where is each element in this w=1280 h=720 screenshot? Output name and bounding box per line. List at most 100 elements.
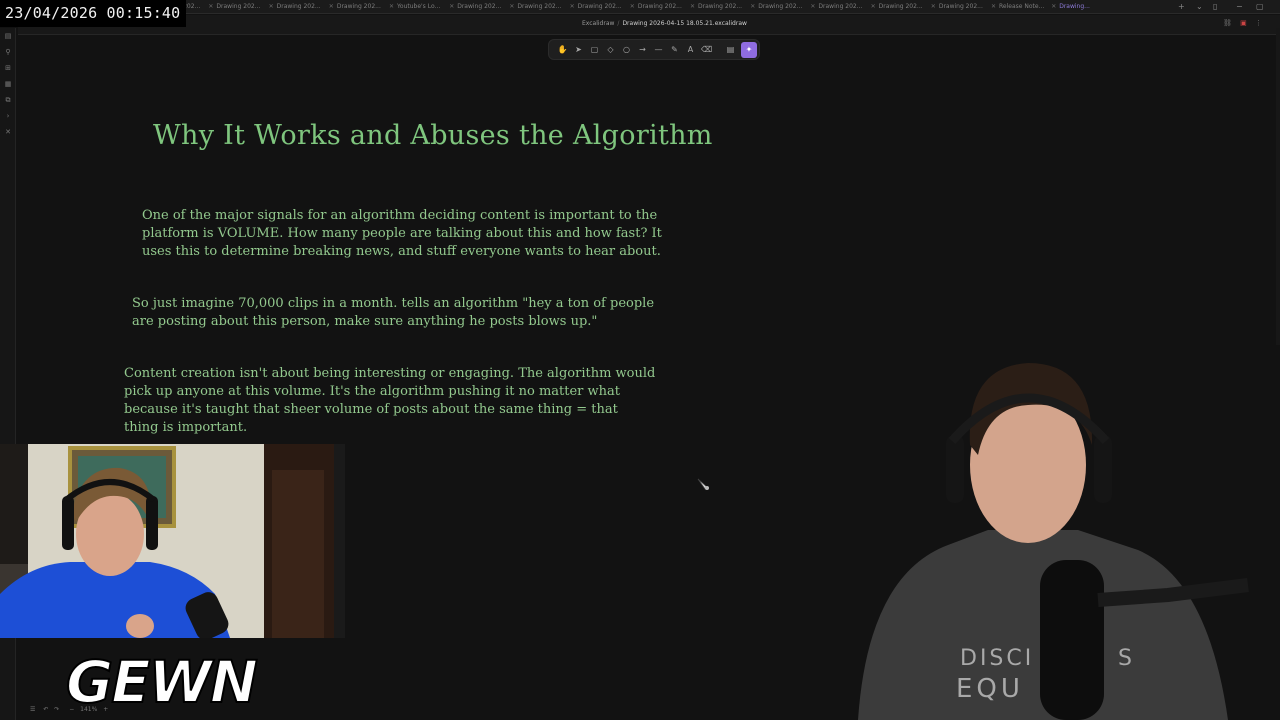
text-tool-icon[interactable]: A bbox=[685, 44, 696, 55]
library-tool-icon[interactable]: ▤ bbox=[725, 44, 736, 55]
tab-label: Drawing 202... bbox=[216, 3, 261, 10]
menu-icon[interactable]: ☰ bbox=[30, 706, 35, 713]
hand-tool-icon[interactable]: ✋ bbox=[557, 44, 568, 55]
paragraph-line: thing is important. bbox=[124, 420, 248, 435]
tab-item[interactable]: ✕Drawing 202... bbox=[570, 1, 626, 13]
tab-bar: ✕Drawing 202...✕Drawing 202...✕Drawing 2… bbox=[0, 0, 1280, 14]
tab-close-icon[interactable]: ✕ bbox=[871, 3, 876, 10]
tab-close-icon[interactable]: ✕ bbox=[931, 3, 936, 10]
undo-icon[interactable]: ↶ bbox=[43, 706, 48, 713]
breadcrumb: Excalidraw / Drawing 2026-04-15 18.05.21.e… bbox=[582, 20, 747, 27]
paragraph-line: are posting about this person, make sure… bbox=[132, 314, 598, 329]
paragraph-line: uses this to determine breaking news, an… bbox=[142, 244, 661, 259]
command-icon[interactable]: › bbox=[0, 108, 16, 124]
paragraph-line: pick up anyone at this volume. It's the … bbox=[124, 384, 620, 399]
maximize-icon[interactable]: ▢ bbox=[1256, 1, 1264, 13]
svg-text:S: S bbox=[1118, 646, 1132, 671]
tab-close-icon[interactable]: ✕ bbox=[690, 3, 695, 10]
canvas-icon[interactable]: ⊞ bbox=[0, 60, 16, 76]
tab-item[interactable]: ✕Drawing 202... bbox=[810, 1, 866, 13]
webcam-left bbox=[0, 444, 345, 638]
tab-label: Drawing 202... bbox=[938, 3, 983, 10]
selection-tool-icon[interactable]: ➤ bbox=[573, 44, 584, 55]
breadcrumb-folder[interactable]: Excalidraw bbox=[582, 20, 614, 27]
excalidraw-ribbon-icon[interactable]: ✕ bbox=[0, 124, 16, 140]
tab-label: Drawing 202... bbox=[818, 3, 863, 10]
tab-item[interactable]: ✕ Release Note... bbox=[991, 1, 1047, 13]
tab-close-icon[interactable]: ✕ bbox=[991, 3, 996, 10]
arrow-tool-icon[interactable]: → bbox=[637, 44, 648, 55]
tab-close-icon[interactable]: ✕ bbox=[810, 3, 815, 10]
breadcrumb-separator: / bbox=[617, 20, 620, 27]
excalidraw-icon[interactable]: ▣ bbox=[1240, 19, 1247, 27]
excalidraw-toolbar: ✋ ➤ ▢ ◇ ○ → — ✎ A ⌫ ▤ ✦ bbox=[548, 39, 760, 60]
new-tab-icon[interactable]: + bbox=[1178, 1, 1185, 13]
tab-item[interactable]: ✕Drawing 202... bbox=[931, 1, 987, 13]
tab-item[interactable]: ✕Drawing 202... bbox=[509, 1, 565, 13]
paragraph-volume-signal[interactable]: One of the major signals for an algorith… bbox=[142, 207, 662, 261]
laser-pointer-tool-icon[interactable]: ✦ bbox=[741, 42, 757, 58]
tab-label: Drawing... bbox=[1059, 3, 1090, 10]
tab-close-icon[interactable]: ✕ bbox=[389, 3, 394, 10]
tab-label: Drawing 202... bbox=[698, 3, 743, 10]
paragraph-line: One of the major signals for an algorith… bbox=[142, 208, 658, 223]
link-icon[interactable]: ⛓ bbox=[1223, 19, 1232, 27]
tab-label: Drawing 202... bbox=[577, 3, 622, 10]
tab-close-icon[interactable]: ✕ bbox=[570, 3, 575, 10]
tab-label: Release Note... bbox=[999, 3, 1045, 10]
svg-text:GEWN: GEWN bbox=[66, 648, 257, 716]
tab-item[interactable]: ✕Drawing 202... bbox=[208, 1, 264, 13]
paragraph-line: Content creation isn't about being inter… bbox=[124, 366, 656, 381]
minimize-icon[interactable]: − bbox=[1236, 1, 1243, 13]
tab-label: Drawing 202... bbox=[457, 3, 502, 10]
tab-close-icon[interactable]: ✕ bbox=[269, 3, 274, 10]
tab-close-icon[interactable]: ✕ bbox=[1051, 3, 1056, 10]
tab-item[interactable]: ✕Drawing 202... bbox=[690, 1, 746, 13]
ellipse-tool-icon[interactable]: ○ bbox=[621, 44, 632, 55]
canvas-heading[interactable]: Why It Works and Abuses the Algorithm bbox=[153, 120, 713, 151]
tab-item[interactable]: ✕Drawing 202... bbox=[630, 1, 686, 13]
tab-item[interactable]: ✕Drawing 202... bbox=[329, 1, 385, 13]
tab-label: Drawing 202... bbox=[758, 3, 803, 10]
gewn-logo: GEWN bbox=[65, 647, 260, 716]
tab-close-icon[interactable]: ✕ bbox=[208, 3, 213, 10]
more-options-icon[interactable]: ⋮ bbox=[1255, 19, 1262, 27]
templates-icon[interactable]: ⧉ bbox=[0, 92, 16, 108]
svg-text:EQU: EQU bbox=[956, 674, 1024, 704]
webcam-right-image: DISCI EQU S bbox=[838, 345, 1280, 720]
tab-close-icon[interactable]: ✕ bbox=[329, 3, 334, 10]
sidebar-toggle-icon[interactable]: ▯ bbox=[1213, 1, 1217, 13]
recording-timestamp: 23/04/2026 00:15:40 bbox=[0, 0, 186, 27]
line-tool-icon[interactable]: — bbox=[653, 44, 664, 55]
draw-tool-icon[interactable]: ✎ bbox=[669, 44, 680, 55]
paragraph-line: So just imagine 70,000 clips in a month.… bbox=[132, 296, 655, 311]
calendar-icon[interactable]: ▦ bbox=[0, 76, 16, 92]
tab-item[interactable]: ✕ Youtube's Lo... bbox=[389, 1, 445, 13]
tab-close-icon[interactable]: ✕ bbox=[750, 3, 755, 10]
tab-item[interactable]: ✕Drawing 202... bbox=[269, 1, 325, 13]
graph-icon[interactable]: ⚲ bbox=[0, 44, 16, 60]
tab-label: Drawing 202... bbox=[276, 3, 321, 10]
paragraph-content-creation[interactable]: Content creation isn't about being inter… bbox=[124, 365, 655, 437]
eraser-tool-icon[interactable]: ⌫ bbox=[701, 44, 712, 55]
tab-item[interactable]: ✕ Drawing... bbox=[1051, 1, 1107, 13]
tab-list-icon[interactable]: ⌄ bbox=[1196, 1, 1203, 13]
tab-close-icon[interactable]: ✕ bbox=[449, 3, 454, 10]
tab-close-icon[interactable]: ✕ bbox=[509, 3, 514, 10]
paragraph-line: platform is VOLUME. How many people are … bbox=[142, 226, 662, 241]
svg-text:DISCI: DISCI bbox=[960, 646, 1034, 671]
webcam-left-image bbox=[0, 444, 345, 638]
tab-label: Drawing 202... bbox=[878, 3, 923, 10]
redo-icon[interactable]: ↷ bbox=[54, 706, 59, 713]
tab-item[interactable]: ✕Drawing 202... bbox=[750, 1, 806, 13]
laser-pointer-cursor-icon bbox=[697, 478, 709, 490]
diamond-tool-icon[interactable]: ◇ bbox=[605, 44, 616, 55]
tab-item[interactable]: ✕Drawing 202... bbox=[449, 1, 505, 13]
breadcrumb-file[interactable]: Drawing 2026-04-15 18.05.21.excalidraw bbox=[622, 20, 746, 27]
tab-item[interactable]: ✕Drawing 202... bbox=[871, 1, 927, 13]
paragraph-clips-imagine[interactable]: So just imagine 70,000 clips in a month.… bbox=[132, 295, 654, 331]
partially-hidden-heading bbox=[262, 23, 267, 39]
file-explorer-icon[interactable]: ▤ bbox=[0, 28, 16, 44]
tab-close-icon[interactable]: ✕ bbox=[630, 3, 635, 10]
rectangle-tool-icon[interactable]: ▢ bbox=[589, 44, 600, 55]
